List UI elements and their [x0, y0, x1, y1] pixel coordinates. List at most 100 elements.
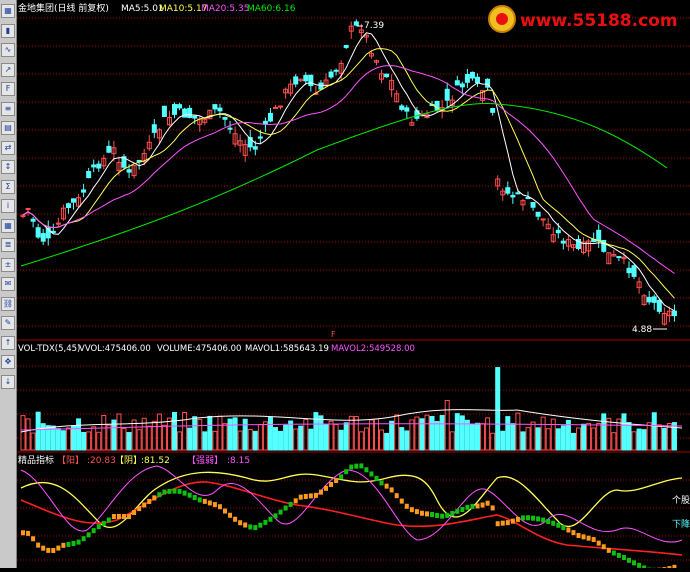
- chart-canvas[interactable]: 金地集团(日线 前复权) MA5:5.01 MA10:5.17 MA20:5.3…: [17, 0, 690, 568]
- volume-bar: [481, 424, 485, 450]
- indicator-ribbon-block: [253, 525, 257, 530]
- volume-bar: [672, 423, 676, 450]
- volume-bar: [364, 428, 368, 450]
- indicator-ribbon-block: [36, 543, 40, 548]
- indicator-ribbon-block: [87, 532, 91, 537]
- volume-bar: [314, 413, 318, 450]
- f10-icon[interactable]: F: [1, 82, 15, 96]
- volume-bar: [284, 425, 288, 450]
- indicator-ribbon-block: [228, 513, 232, 518]
- site-logo: www.55188.com: [489, 6, 678, 32]
- indicator-ribbon-block: [233, 517, 237, 522]
- volume-bar: [344, 423, 348, 450]
- indicator-ribbon-block: [415, 509, 419, 514]
- arrow-up-icon[interactable]: ↑: [1, 336, 15, 350]
- indicator-ribbon-block: [122, 514, 126, 519]
- candle-body: [491, 109, 495, 113]
- indicator-ribbon-block: [622, 555, 626, 560]
- candle-body: [304, 75, 308, 80]
- volume-bar: [102, 416, 106, 450]
- indicator-ribbon-block: [284, 506, 288, 511]
- candle-body: [228, 128, 232, 129]
- msg-icon[interactable]: ✉: [1, 277, 15, 291]
- indicator-ribbon-block: [26, 531, 30, 536]
- indicator-ribbon-block: [274, 513, 278, 518]
- list-icon[interactable]: ≣: [1, 238, 15, 252]
- candle-body: [127, 170, 131, 172]
- grid-icon[interactable]: ▦: [1, 219, 15, 233]
- indicator-ribbon-block: [46, 548, 50, 553]
- sort-icon[interactable]: ↕: [1, 160, 15, 174]
- indicator-ribbon-block: [344, 469, 348, 474]
- volume-bar: [354, 416, 358, 450]
- indicator-ribbon-block: [561, 525, 565, 530]
- stat-icon[interactable]: Σ: [1, 180, 15, 194]
- arrow-down-icon[interactable]: ↓: [1, 375, 15, 389]
- news-icon[interactable]: ≡: [1, 102, 15, 116]
- indicator-ribbon-block: [157, 492, 161, 497]
- volume-bar: [531, 422, 535, 450]
- indicator-ribbon-block: [183, 491, 187, 496]
- volume-bar: [455, 414, 459, 450]
- kline-icon[interactable]: ▮: [1, 24, 15, 38]
- volume-bar: [72, 427, 76, 450]
- candle-body: [97, 164, 101, 168]
- cross-icon[interactable]: ✥: [1, 355, 15, 369]
- volume-bar: [521, 432, 525, 450]
- yang-label: 【阳】: [57, 455, 84, 466]
- volume-bar: [470, 424, 474, 450]
- candle-body: [470, 72, 474, 78]
- candle-body: [385, 74, 389, 77]
- indicator-ribbon-block: [501, 521, 505, 526]
- volume-bar: [607, 418, 611, 450]
- indicator-ribbon-block: [364, 467, 368, 472]
- indicator-ribbon-block: [238, 520, 242, 525]
- volume-bar: [541, 417, 545, 450]
- candle-body: [218, 108, 222, 111]
- indicator-ribbon-block: [526, 515, 530, 520]
- link-icon[interactable]: ⛓: [1, 297, 15, 311]
- indicator-ribbon-block: [299, 495, 303, 500]
- indicator-ribbon-block: [203, 499, 207, 504]
- volume-bar: [359, 432, 363, 450]
- volume-bar: [450, 432, 454, 450]
- pen-icon[interactable]: ✎: [1, 316, 15, 330]
- indicator-ribbon-block: [31, 536, 35, 541]
- volume-bar: [597, 423, 601, 450]
- indicator-ribbon-block: [511, 519, 515, 524]
- calc-icon[interactable]: ±: [1, 258, 15, 272]
- chart-area[interactable]: 金地集团(日线 前复权) MA5:5.01 MA10:5.17 MA20:5.3…: [17, 0, 690, 568]
- volume-bar: [496, 368, 500, 450]
- left-toolbar: ▦ ▮ ∿ ↗ F ≡ ▤ ⇄ ↕ Σi ▦ ≣ ± ✉ ⛓ ✎ ↑ ✥ ↓: [0, 0, 17, 568]
- indicator-ribbon-block: [571, 530, 575, 535]
- candle-body: [506, 188, 510, 193]
- indicator-ribbon-block: [218, 504, 222, 509]
- compare-icon[interactable]: ⇄: [1, 141, 15, 155]
- trend-icon[interactable]: ↗: [1, 63, 15, 77]
- candle-body: [31, 219, 35, 221]
- indicator-ribbon-block: [491, 505, 495, 510]
- indicator-ribbon-block: [536, 516, 540, 521]
- report-icon[interactable]: ▤: [1, 121, 15, 135]
- indicator-ribbon-block: [582, 534, 586, 539]
- indicator-ribbon-block: [380, 480, 384, 485]
- indicator-ribbon-block: [314, 493, 318, 498]
- chart-icon[interactable]: ▦: [1, 4, 15, 18]
- volume-bar: [486, 418, 490, 450]
- candle-body: [152, 125, 156, 133]
- volume-bar: [587, 424, 591, 450]
- volume-bar: [198, 419, 202, 450]
- volume-bar: [652, 413, 656, 450]
- volume-bar: [167, 418, 171, 450]
- volume-bar: [602, 414, 606, 450]
- volume-bar: [536, 428, 540, 450]
- ma10-line: [23, 49, 674, 299]
- candle-body: [536, 212, 540, 216]
- info-icon[interactable]: i: [1, 199, 15, 213]
- candle-body: [657, 300, 661, 311]
- minute-icon[interactable]: ∿: [1, 43, 15, 57]
- volume-bar: [516, 413, 520, 450]
- indicator-ribbon-block: [21, 530, 25, 535]
- volume-bar: [556, 429, 560, 450]
- candle-body: [213, 105, 217, 109]
